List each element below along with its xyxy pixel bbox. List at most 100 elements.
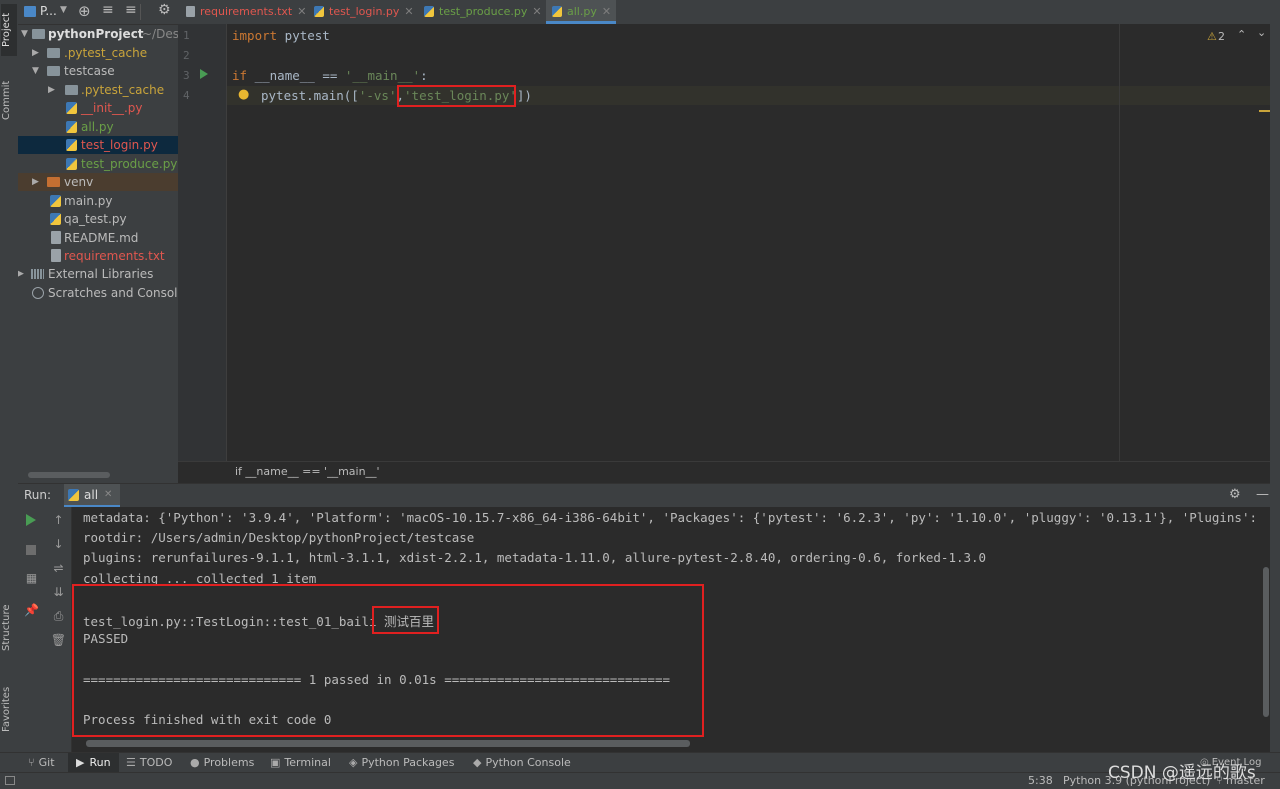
tree-item-testcase[interactable]: ▼ testcase <box>18 62 178 80</box>
tree-item-test-produce[interactable]: test_produce.py <box>18 155 178 173</box>
commit-tool-tab[interactable]: Commit <box>1 72 17 128</box>
warning-icon[interactable]: ⚠ <box>1207 30 1217 43</box>
tool-todo[interactable]: ☰ TODO <box>126 753 172 773</box>
tool-git[interactable]: ⑂ Git <box>28 753 55 773</box>
locate-icon[interactable]: ⊕ <box>78 2 91 20</box>
tree-root[interactable]: ▼ pythonProject ~/Des <box>18 25 178 43</box>
run-config-tab[interactable]: all ✕ <box>64 484 120 508</box>
console-line: collecting ... collected 1 item <box>83 571 317 586</box>
tool-terminal[interactable]: ▣ Terminal <box>270 753 331 773</box>
project-toolbar: P... ▼ ⊕ ≡ ≡ ⚙ <box>18 0 178 25</box>
tool-windows-icon[interactable] <box>5 776 15 785</box>
console-line: Process finished with exit code 0 <box>83 712 332 727</box>
tree-item-testcase-pytest-cache[interactable]: ▶ .pytest_cache <box>18 81 178 99</box>
code-editor[interactable]: import pytest if __name__ == '__main__':… <box>227 24 1270 461</box>
tool-label: Run <box>89 756 111 769</box>
layout-icon[interactable]: ▦ <box>18 571 45 585</box>
tree-item-readme[interactable]: README.md <box>18 229 178 247</box>
bottom-tool-bar: ⑂ Git ▶ Run ☰ TODO ● Problems ▣ Terminal ◈ Pyt… <box>0 752 1280 773</box>
line-number: 3 <box>183 69 190 82</box>
minimize-icon[interactable]: — <box>1256 487 1269 502</box>
tree-item-all[interactable]: all.py <box>18 118 178 136</box>
lightbulb-icon[interactable]: ● <box>238 87 249 102</box>
run-config-label: all <box>84 488 99 502</box>
root-name: pythonProject <box>48 27 144 41</box>
chevron-down-icon[interactable]: ⌄ <box>1257 26 1266 39</box>
list-icon: ☰ <box>126 756 136 769</box>
print-icon[interactable]: ⎙ <box>45 609 72 624</box>
code-keyword: if <box>232 68 248 83</box>
chevron-up-icon[interactable]: ⌃ <box>1237 28 1246 41</box>
trash-icon[interactable]: 🗑 <box>45 633 72 647</box>
arrow-down-icon[interactable]: ↓ <box>45 537 72 551</box>
tab-test-produce[interactable]: test_produce.py ✕ <box>424 0 542 24</box>
gear-icon[interactable]: ⚙ <box>1229 487 1241 502</box>
close-icon[interactable]: ✕ <box>297 5 306 18</box>
expand-all-icon[interactable]: ≡ <box>102 2 114 18</box>
gear-icon[interactable]: ⚙ <box>158 2 171 18</box>
tool-problems[interactable]: ● Problems <box>190 753 254 773</box>
stop-icon[interactable] <box>26 545 36 555</box>
watermark: CSDN @遥远的歌s <box>1108 763 1256 783</box>
python-file-icon <box>552 6 562 17</box>
run-console[interactable]: metadata: {'Python': '3.9.4', 'Platform'… <box>72 507 1262 753</box>
code-text: pytest <box>277 28 330 43</box>
chevron-down-icon[interactable]: ▼ <box>60 5 67 15</box>
tab-requirements[interactable]: requirements.txt ✕ <box>186 0 306 24</box>
close-icon[interactable]: ✕ <box>602 5 611 18</box>
tree-item-requirements[interactable]: requirements.txt <box>18 247 178 265</box>
structure-tool-tab[interactable]: Structure <box>1 596 17 660</box>
code-text: __name__ == <box>247 68 345 83</box>
project-scrollbar[interactable] <box>28 472 110 478</box>
soft-wrap-icon[interactable]: ⇌ <box>45 561 72 575</box>
project-tool-tab[interactable]: Project <box>1 4 17 56</box>
tree-item-venv[interactable]: ▶ venv <box>18 173 178 191</box>
scroll-to-end-icon[interactable]: ⇊ <box>45 585 72 599</box>
tree-item-init[interactable]: __init__.py <box>18 99 178 117</box>
text-file-icon <box>186 6 195 17</box>
warning-stripe[interactable] <box>1259 110 1270 112</box>
arrow-up-icon[interactable]: ↑ <box>45 513 72 527</box>
python-file-icon <box>50 213 61 225</box>
tree-item-main[interactable]: main.py <box>18 192 178 210</box>
caret-position[interactable]: 5:38 <box>1028 773 1053 789</box>
tree-item-pytest-cache[interactable]: ▶ .pytest_cache <box>18 44 178 62</box>
code-string: 'test_login.py' <box>404 88 517 103</box>
tree-label: qa_test.py <box>64 212 127 226</box>
breadcrumb-item[interactable]: if __name__ == '__main__' <box>235 465 380 478</box>
tab-all[interactable]: all.py ✕ <box>546 0 616 24</box>
python-file-icon <box>66 158 77 170</box>
right-tool-strip <box>1270 0 1280 770</box>
python-file-icon <box>66 102 77 114</box>
code-text: pytest.main([ <box>261 88 359 103</box>
tree-item-test-login[interactable]: test_login.py <box>18 136 178 154</box>
run-label: Run: <box>24 488 52 502</box>
tree-item-external-libraries[interactable]: ▶ External Libraries <box>18 265 178 283</box>
tree-label: External Libraries <box>48 267 154 281</box>
close-icon[interactable]: ✕ <box>404 5 413 18</box>
tool-run[interactable]: ▶ Run <box>68 753 119 773</box>
console-line: metadata: {'Python': '3.9.4', 'Platform'… <box>83 510 1262 525</box>
tree-item-scratches[interactable]: Scratches and Console <box>18 284 178 302</box>
tool-python-packages[interactable]: ◈ Python Packages <box>349 753 454 773</box>
info-icon: ● <box>190 756 200 769</box>
tool-label: Python Packages <box>361 756 455 769</box>
run-gutter-icon[interactable] <box>200 69 208 79</box>
tree-item-qa-test[interactable]: qa_test.py <box>18 210 178 228</box>
rerun-icon[interactable] <box>26 514 36 526</box>
close-icon[interactable]: ✕ <box>104 489 112 500</box>
console-v-scrollbar[interactable] <box>1263 567 1269 717</box>
project-panel: ▼ pythonProject ~/Des ▶ .pytest_cache ▼ … <box>18 0 178 483</box>
pin-icon[interactable]: 📌 <box>18 603 45 617</box>
tree-label: __init__.py <box>81 101 143 115</box>
tab-test-login[interactable]: test_login.py ✕ <box>314 0 418 24</box>
python-file-icon <box>66 121 77 133</box>
console-h-scrollbar[interactable] <box>86 740 690 747</box>
favorites-tool-tab[interactable]: Favorites <box>1 676 17 742</box>
close-icon[interactable]: ✕ <box>532 5 541 18</box>
tree-label: .pytest_cache <box>81 83 165 97</box>
git-branch-icon: ⑂ <box>28 756 35 769</box>
collapse-all-icon[interactable]: ≡ <box>125 2 137 18</box>
project-view-selector[interactable]: P... <box>40 4 57 18</box>
tool-python-console[interactable]: ◆ Python Console <box>473 753 571 773</box>
